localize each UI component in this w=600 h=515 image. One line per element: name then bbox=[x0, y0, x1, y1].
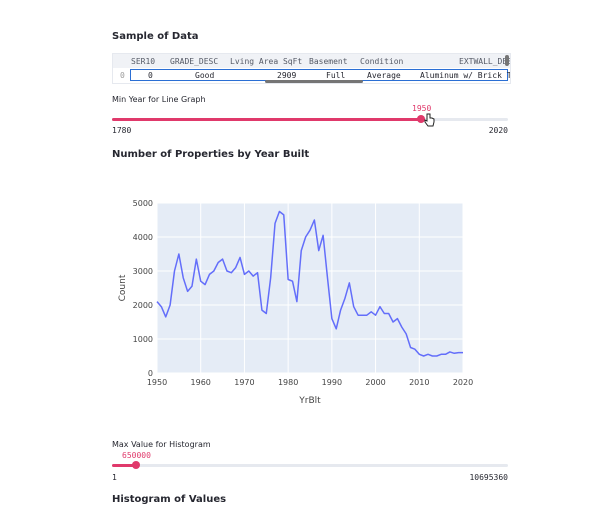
table-cell[interactable]: Full bbox=[326, 71, 345, 80]
x-tick-label: 1990 bbox=[322, 378, 342, 387]
hand-cursor-icon bbox=[424, 113, 435, 127]
sample-data-title: Sample of Data bbox=[112, 31, 199, 42]
min-year-slider-value: 1950 bbox=[412, 104, 432, 113]
histogram-title: Histogram of Values bbox=[112, 494, 227, 505]
table-vertical-scrollbar[interactable] bbox=[505, 55, 509, 66]
row-index: 0 bbox=[120, 71, 125, 80]
x-tick-label: 2020 bbox=[453, 378, 473, 387]
table-cell[interactable]: Average bbox=[367, 71, 401, 80]
column-header[interactable]: Condition bbox=[360, 57, 403, 66]
y-tick-label: 3000 bbox=[133, 267, 153, 276]
y-axis-title: Count bbox=[118, 274, 128, 301]
column-header[interactable]: Basement bbox=[309, 57, 348, 66]
line-chart[interactable]: 0 1000 2000 3000 4000 5000 1950 1960 1970 1980 199… bbox=[108, 190, 488, 410]
table-cell[interactable]: Aluminum w/ Brick Tr bbox=[420, 71, 510, 80]
y-tick-label: 5000 bbox=[133, 199, 153, 208]
min-year-slider[interactable] bbox=[112, 113, 508, 130]
min-year-slider-min: 1780 bbox=[112, 126, 132, 135]
column-header[interactable]: SER10 bbox=[131, 57, 155, 66]
table-header: SER10 GRADE_DESC Lving Area SqFt Basemen… bbox=[113, 54, 510, 68]
max-value-slider[interactable] bbox=[112, 461, 508, 476]
column-header[interactable]: Lving Area SqFt bbox=[230, 57, 302, 66]
table-cell[interactable]: 0 bbox=[148, 71, 153, 80]
column-header[interactable]: EXTWALL_DES bbox=[459, 57, 510, 66]
table-horizontal-scrollbar[interactable] bbox=[265, 80, 363, 83]
x-axis-title: YrBlt bbox=[298, 396, 321, 406]
x-tick-label: 1970 bbox=[234, 378, 254, 387]
table-cell[interactable]: Good bbox=[195, 71, 214, 80]
x-tick-label: 2000 bbox=[365, 378, 385, 387]
max-value-slider-max: 10695360 bbox=[469, 473, 508, 482]
x-tick-label: 1980 bbox=[278, 378, 298, 387]
x-tick-label: 1950 bbox=[147, 378, 167, 387]
x-tick-label: 2010 bbox=[409, 378, 429, 387]
max-value-slider-min: 1 bbox=[112, 473, 117, 482]
slider-fill bbox=[112, 118, 421, 121]
max-value-slider-value: 650000 bbox=[122, 451, 151, 460]
column-header[interactable]: GRADE_DESC bbox=[170, 57, 218, 66]
y-tick-label: 1000 bbox=[133, 335, 153, 344]
min-year-slider-max: 2020 bbox=[488, 126, 508, 135]
max-value-slider-label: Max Value for Histogram bbox=[112, 440, 211, 449]
slider-thumb[interactable] bbox=[131, 461, 140, 469]
y-tick-label: 2000 bbox=[133, 301, 153, 310]
y-tick-label: 4000 bbox=[133, 233, 153, 242]
data-table[interactable]: SER10 GRADE_DESC Lving Area SqFt Basemen… bbox=[112, 53, 511, 84]
line-chart-title: Number of Properties by Year Built bbox=[112, 149, 310, 160]
table-cell[interactable]: 2909 bbox=[277, 71, 296, 80]
y-tick-label: 0 bbox=[148, 369, 153, 378]
min-year-slider-label: Min Year for Line Graph bbox=[112, 95, 206, 104]
x-tick-label: 1960 bbox=[191, 378, 211, 387]
slider-track[interactable] bbox=[112, 464, 508, 467]
